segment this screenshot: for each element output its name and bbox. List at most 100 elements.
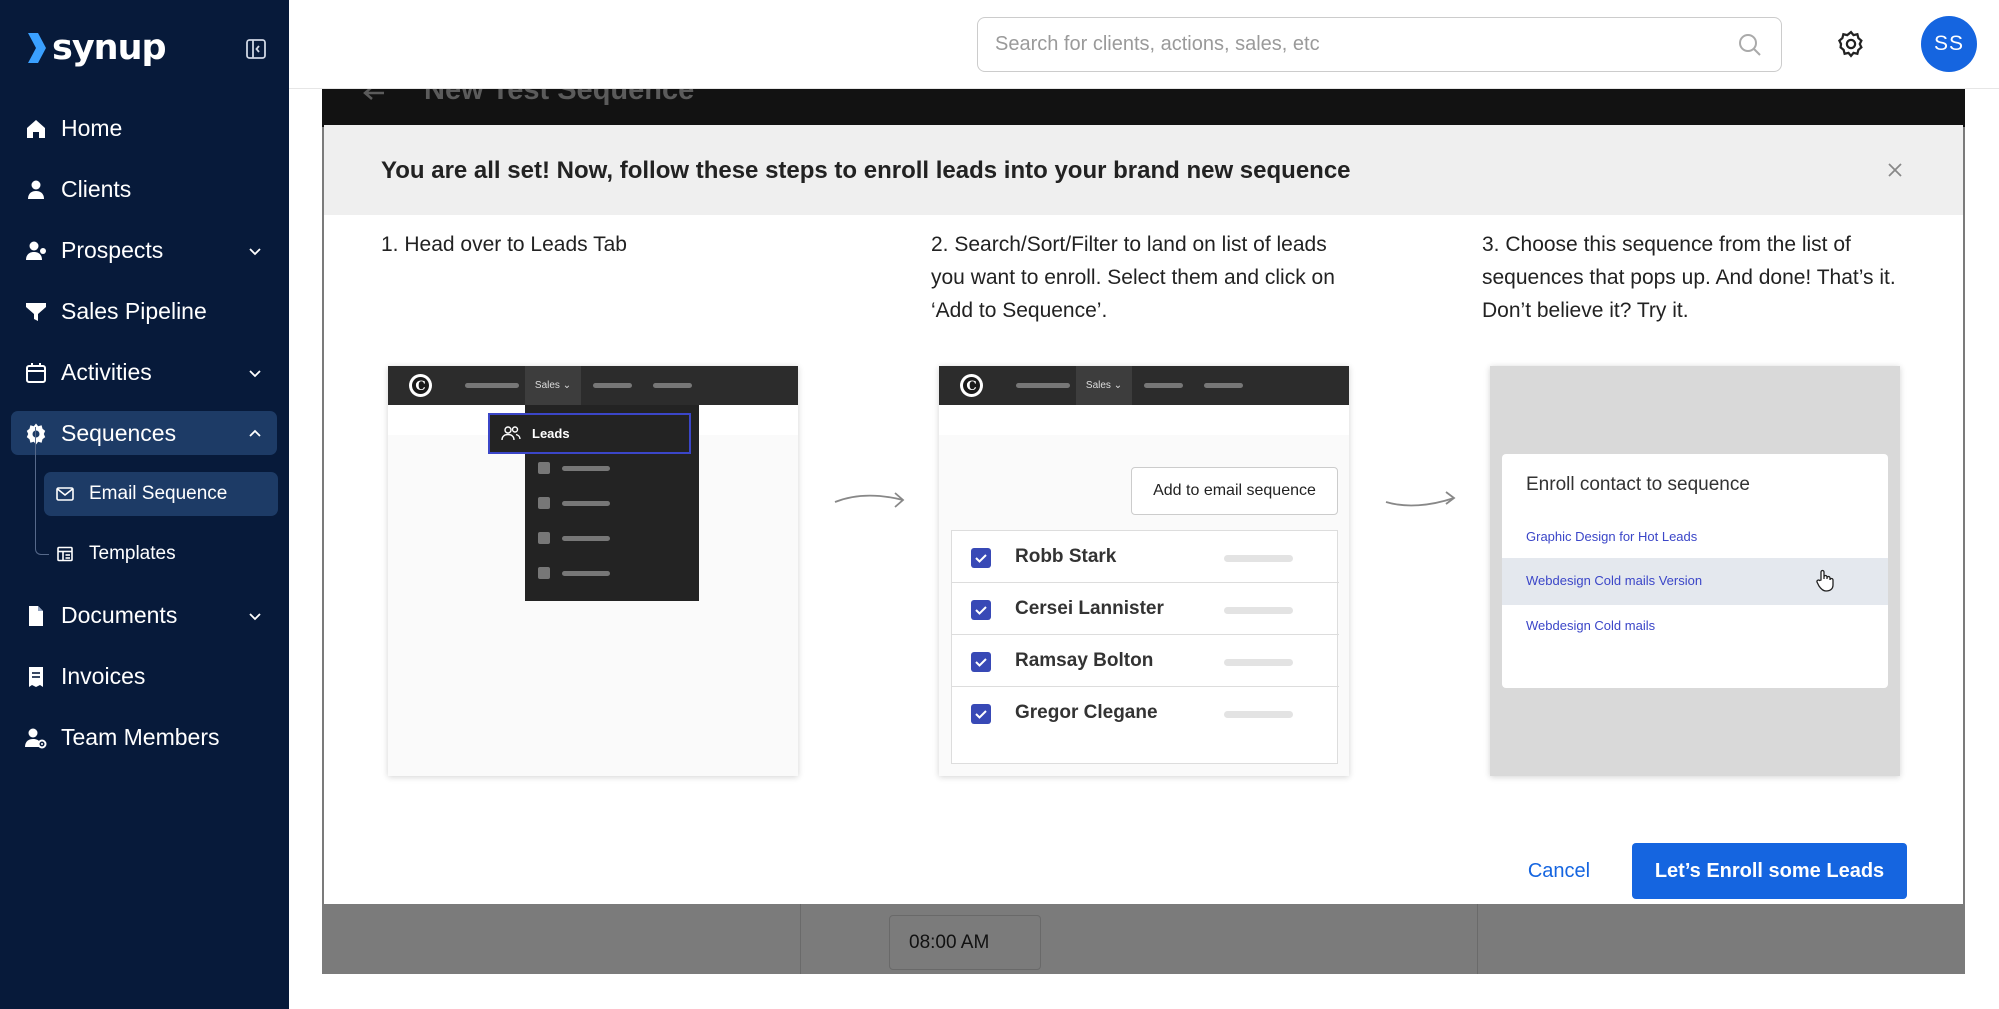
mail-icon <box>56 486 74 502</box>
mini-dropdown-row <box>538 532 658 546</box>
sidebar-item-label: Prospects <box>61 237 164 263</box>
sidebar-item-label: Email Sequence <box>89 483 228 504</box>
lead-name: Ramsay Bolton <box>1015 650 1154 671</box>
checkbox-checked-icon <box>971 548 991 568</box>
nav-placeholder <box>465 383 519 388</box>
sidebar: synup Home Clients Prospects Sales Pipel… <box>0 0 289 1009</box>
lead-row: Cersei Lannister <box>952 583 1339 635</box>
modal-header: You are all set! Now, follow these steps… <box>324 125 1963 215</box>
synup-logo[interactable]: synup <box>26 28 167 68</box>
back-arrow-icon[interactable] <box>360 89 388 109</box>
logo-text: synup <box>52 28 167 68</box>
sidebar-item-label: Home <box>61 115 123 141</box>
placeholder-bar <box>1224 555 1293 562</box>
chevron-down-icon <box>247 608 263 624</box>
placeholder-bar <box>1224 607 1293 614</box>
step-1-illustration: C Sales ⌄ Leads <box>388 366 798 776</box>
nav-placeholder <box>1204 383 1243 388</box>
lead-name: Gregor Clegane <box>1015 702 1158 723</box>
sidebar-item-team-members[interactable]: Team Members <box>11 715 277 759</box>
nav-placeholder <box>653 383 692 388</box>
sidebar-item-email-sequence[interactable]: Email Sequence <box>44 472 278 516</box>
mini-sales-tab: Sales ⌄ <box>525 366 581 405</box>
user-avatar[interactable]: SS <box>1921 16 1977 72</box>
mini-dropdown-row <box>538 462 658 476</box>
mini-page-strip <box>939 405 1349 435</box>
hand-cursor-icon <box>1815 569 1835 593</box>
mini-dropdown-row <box>538 567 658 581</box>
sidebar-item-activities[interactable]: Activities <box>11 350 277 394</box>
home-icon <box>24 117 48 141</box>
sequence-title: New Test Sequence <box>424 89 695 106</box>
lead-row: Robb Stark <box>952 531 1339 583</box>
synup-logo-icon <box>28 33 46 63</box>
sidebar-item-label: Sequences <box>61 420 177 446</box>
mini-add-to-sequence-button: Add to email sequence <box>1131 467 1338 515</box>
calendar-icon <box>24 361 48 385</box>
flow-arrow-icon <box>1384 488 1458 512</box>
chevron-up-icon <box>247 426 263 442</box>
lead-name: Cersei Lannister <box>1015 598 1164 619</box>
chevron-down-icon <box>247 243 263 259</box>
lead-row: Gregor Clegane <box>952 687 1339 739</box>
funnel-icon <box>24 300 48 324</box>
sidebar-item-label: Clients <box>61 176 132 202</box>
checkbox-checked-icon <box>971 704 991 724</box>
time-field[interactable]: 08:00 AM <box>889 915 1041 970</box>
nav-placeholder <box>1016 383 1070 388</box>
sidebar-item-label: Team Members <box>61 724 220 750</box>
mini-logo: C <box>960 374 983 397</box>
step-2-text: 2. Search/Sort/Filter to land on list of… <box>931 233 1335 322</box>
person-icon <box>24 178 48 202</box>
cancel-button[interactable]: Cancel <box>1499 845 1619 897</box>
modal-title: You are all set! Now, follow these steps… <box>381 157 1351 184</box>
flow-arrow-icon <box>833 488 907 512</box>
mini-sales-tab: Sales ⌄ <box>1076 366 1132 405</box>
enroll-leads-modal: You are all set! Now, follow these steps… <box>324 125 1963 904</box>
sidebar-item-label: Templates <box>89 543 176 564</box>
mini-navbar: C Sales ⌄ <box>939 366 1349 405</box>
settings-gear-icon[interactable] <box>1836 29 1866 59</box>
sequence-option: Webdesign Cold mails <box>1526 618 1656 633</box>
column-divider <box>1477 904 1478 974</box>
mini-navbar: C Sales ⌄ <box>388 366 798 405</box>
sidebar-item-label: Activities <box>61 359 152 385</box>
mini-logo: C <box>409 374 432 397</box>
placeholder-bar <box>1224 659 1293 666</box>
mini-leads-option: Leads <box>488 413 691 454</box>
enroll-leads-button[interactable]: Let’s Enroll some Leads <box>1632 843 1907 899</box>
prospects-icon <box>24 239 48 263</box>
people-icon <box>501 425 521 441</box>
invoice-icon <box>24 665 48 689</box>
sidebar-item-label: Invoices <box>61 663 146 689</box>
sidebar-item-documents[interactable]: Documents <box>11 593 277 637</box>
template-icon <box>56 546 74 562</box>
lead-row: Ramsay Bolton <box>952 635 1339 687</box>
checkbox-checked-icon <box>971 600 991 620</box>
sidebar-item-sales-pipeline[interactable]: Sales Pipeline <box>11 289 277 333</box>
mini-leads-table: Robb Stark Cersei Lannister Ramsay Bolto… <box>951 530 1339 764</box>
column-divider <box>800 904 801 974</box>
placeholder-bar <box>1224 711 1293 718</box>
chevron-down-icon <box>247 365 263 381</box>
global-search-input[interactable] <box>977 17 1782 72</box>
sidebar-collapse-icon[interactable] <box>244 37 268 61</box>
sidebar-item-templates[interactable]: Templates <box>44 532 278 576</box>
sidebar-item-prospects[interactable]: Prospects <box>11 228 277 272</box>
sidebar-item-home[interactable]: Home <box>11 106 277 150</box>
close-icon[interactable] <box>1886 161 1904 179</box>
sidebar-item-clients[interactable]: Clients <box>11 167 277 211</box>
sequence-header: New Test Sequence <box>322 89 1965 127</box>
team-members-icon <box>24 726 48 750</box>
mini-enroll-card: Enroll contact to sequence Graphic Desig… <box>1502 454 1888 688</box>
sidebar-item-invoices[interactable]: Invoices <box>11 654 277 698</box>
sidebar-item-sequences[interactable]: Sequences <box>11 411 277 455</box>
enroll-card-title: Enroll contact to sequence <box>1526 474 1750 495</box>
checkbox-checked-icon <box>971 652 991 672</box>
sequence-option: Graphic Design for Hot Leads <box>1526 529 1698 544</box>
step-2-illustration: C Sales ⌄ Add to email sequence Robb Sta… <box>939 366 1349 776</box>
search-icon[interactable] <box>1737 32 1763 58</box>
document-icon <box>24 604 48 628</box>
nav-placeholder <box>593 383 632 388</box>
lead-name: Robb Stark <box>1015 546 1117 567</box>
